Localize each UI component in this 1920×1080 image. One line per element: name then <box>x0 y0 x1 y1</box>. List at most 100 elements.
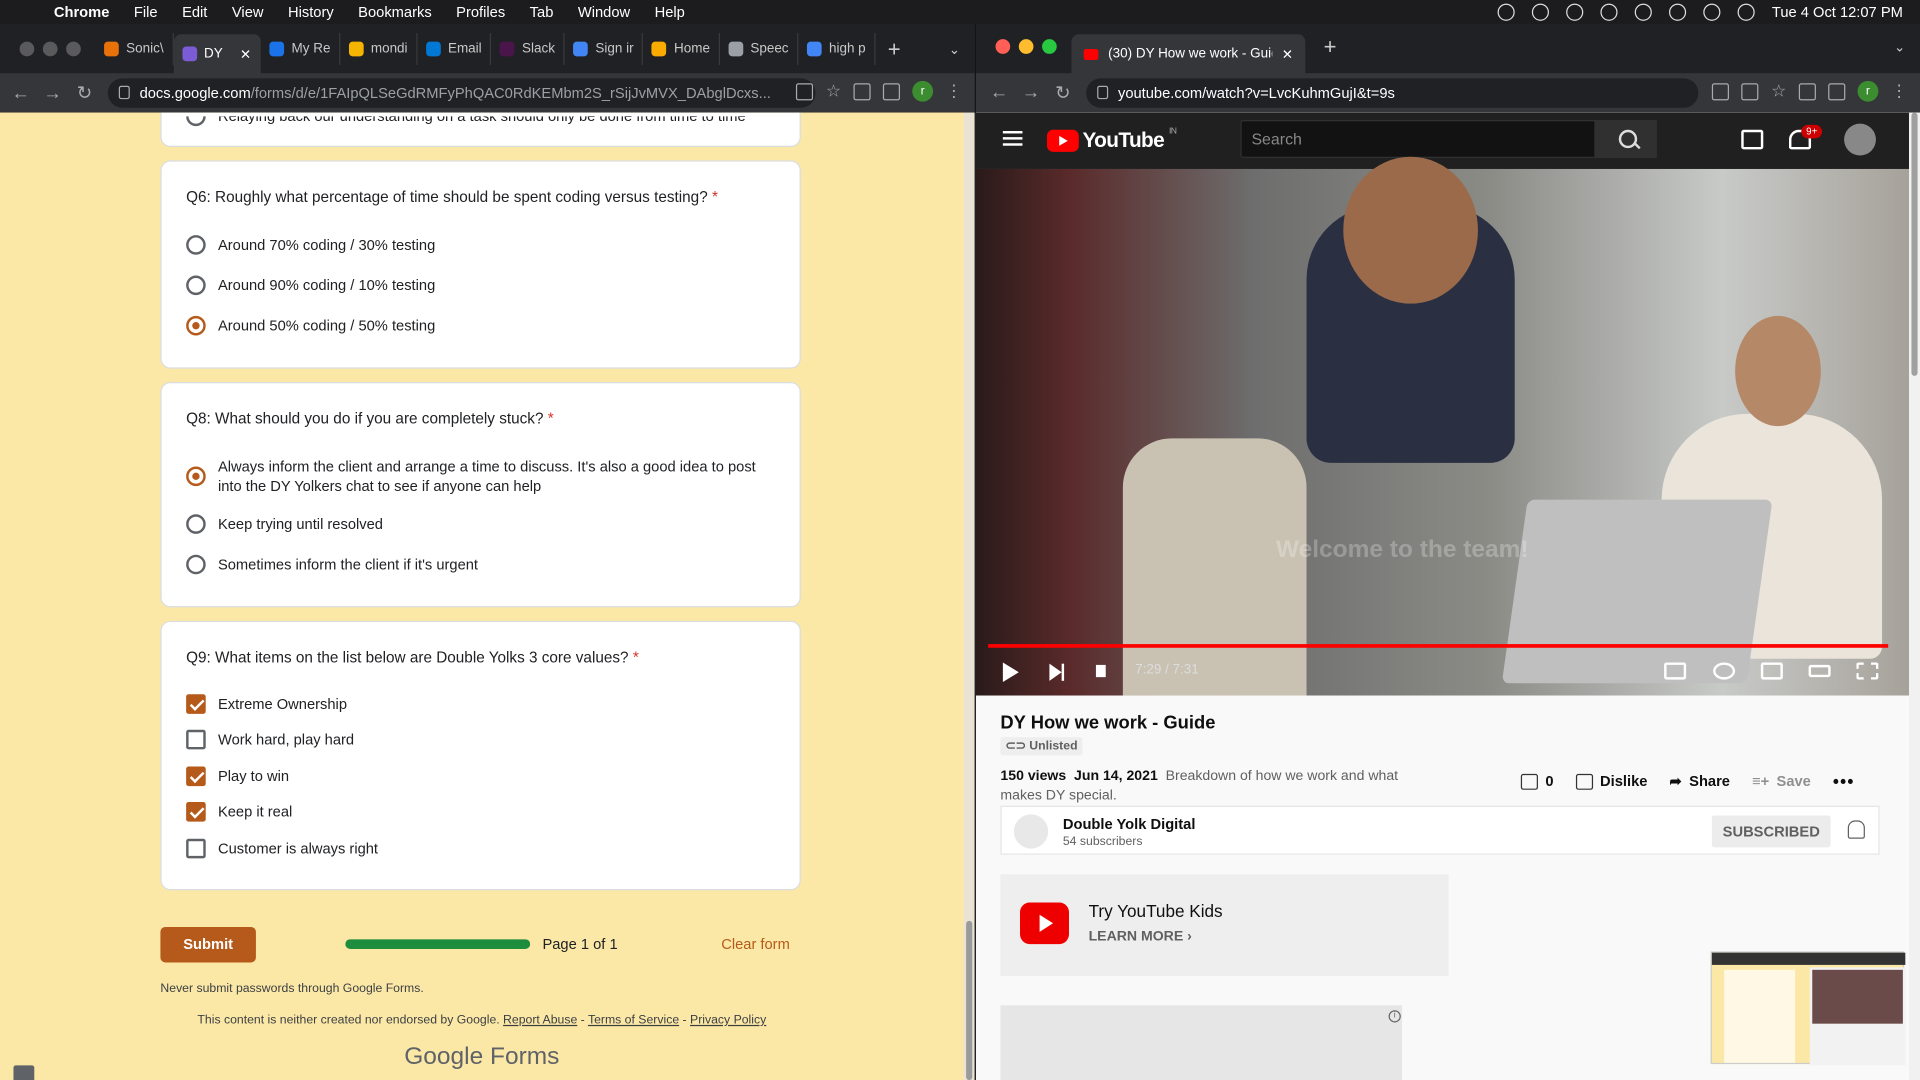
zoom-window-button[interactable] <box>1042 39 1057 54</box>
q8-option-3[interactable]: Sometimes inform the client if it's urge… <box>186 554 762 575</box>
close-window-button[interactable] <box>995 39 1011 54</box>
tab-monday[interactable]: mondi <box>340 33 418 65</box>
share-icon[interactable] <box>1741 82 1759 100</box>
reading-list-icon[interactable] <box>853 82 871 100</box>
notification-bell-off-icon[interactable] <box>1847 820 1865 839</box>
learn-more-button[interactable]: LEARN MORE › <box>1089 929 1192 944</box>
klack-icon[interactable] <box>1497 3 1515 21</box>
video-meta[interactable]: 150 views Jun 14, 2021 Breakdown of how … <box>1000 767 1416 806</box>
address-bar[interactable]: youtube.com/watch?v=LvcKuhmGujI&t=9s <box>1086 78 1699 108</box>
app-status-icon[interactable] <box>1566 3 1584 21</box>
q6-option-3[interactable]: Around 50% coding / 50% testing <box>186 315 762 336</box>
captions-icon[interactable] <box>1664 662 1687 680</box>
menu-bookmarks[interactable]: Bookmarks <box>358 4 432 21</box>
tab-speed[interactable]: Speec <box>720 33 799 65</box>
reading-list-icon[interactable] <box>1798 82 1816 100</box>
forward-icon[interactable]: → <box>37 83 69 104</box>
menu-view[interactable]: View <box>232 4 264 21</box>
profile-avatar[interactable]: r <box>912 80 934 102</box>
control-center-icon[interactable] <box>1737 3 1755 21</box>
miniplayer-icon[interactable] <box>1760 662 1783 680</box>
q6-option-1[interactable]: Around 70% coding / 30% testing <box>186 235 762 255</box>
submit-button[interactable]: Submit <box>160 926 256 963</box>
share-icon[interactable] <box>796 82 814 100</box>
forward-icon[interactable]: → <box>1015 82 1047 103</box>
tab-search-chevron-icon[interactable]: ⌄ <box>949 41 960 57</box>
close-tab-icon[interactable]: ✕ <box>240 46 251 62</box>
apple-icon[interactable] <box>22 4 39 21</box>
back-icon[interactable]: ← <box>983 82 1015 103</box>
checkbox-checked[interactable] <box>186 802 206 822</box>
play-icon[interactable] <box>1002 662 1019 683</box>
tab-my-re[interactable]: My Re <box>261 33 341 65</box>
subscribed-button[interactable]: SUBSCRIBED <box>1711 815 1831 848</box>
hamburger-menu-icon[interactable] <box>1002 131 1023 146</box>
close-window-button[interactable] <box>19 41 35 57</box>
fullscreen-icon[interactable] <box>1856 662 1879 680</box>
menu-history[interactable]: History <box>288 4 334 21</box>
radio-button-selected[interactable] <box>186 466 206 487</box>
bookmark-star-icon[interactable]: ☆ <box>826 81 841 102</box>
address-bar[interactable]: docs.google.com/forms/d/e/1FAIpQLSeGdRMF… <box>107 78 816 108</box>
terms-link[interactable]: Terms of Service <box>588 1014 679 1027</box>
tab-dy-form[interactable]: DY ✕ <box>173 34 261 74</box>
channel-avatar[interactable] <box>1013 814 1049 849</box>
q6-option-2[interactable]: Around 90% coding / 10% testing <box>186 275 762 296</box>
checkbox[interactable] <box>186 838 206 859</box>
youtube-scrollbar[interactable] <box>1908 112 1920 1080</box>
ad-info-icon[interactable]: i <box>1388 1010 1401 1023</box>
search-input[interactable]: Search <box>1240 120 1596 158</box>
save-button[interactable]: ≡+ Save <box>1752 773 1811 790</box>
radio-button[interactable] <box>186 116 206 127</box>
scrollbar-thumb[interactable] <box>1911 112 1918 376</box>
tab-youtube[interactable]: (30) DY How we work - Guide ✕ <box>1071 34 1306 74</box>
checkbox-checked[interactable] <box>186 694 206 714</box>
user-avatar[interactable] <box>1844 123 1876 156</box>
tab-sonic[interactable]: Sonic\ <box>96 33 174 65</box>
play-status-icon[interactable] <box>1634 3 1652 21</box>
close-tab-icon[interactable]: ✕ <box>1282 46 1293 62</box>
q9-option-2[interactable]: Work hard, play hard <box>186 729 762 750</box>
menu-profiles[interactable]: Profiles <box>456 4 505 21</box>
install-icon[interactable] <box>1712 82 1730 100</box>
checkbox-checked[interactable] <box>186 766 206 787</box>
new-tab-button[interactable]: + <box>1324 34 1337 60</box>
create-video-icon[interactable] <box>1741 129 1764 150</box>
q9-option-4[interactable]: Keep it real <box>186 802 762 822</box>
search-button[interactable] <box>1595 120 1657 158</box>
side-panel-icon[interactable] <box>1828 82 1846 100</box>
video-player[interactable]: Welcome to the team! 7:29 / 7:31 <box>975 156 1909 696</box>
google-forms-logo[interactable]: Google Forms <box>0 1043 964 1071</box>
video-progress-bar[interactable] <box>988 644 1889 648</box>
radio-button[interactable] <box>186 275 206 296</box>
tab-home[interactable]: Home <box>643 33 720 65</box>
sync-icon[interactable] <box>1531 3 1550 21</box>
q8-option-1[interactable]: Always inform the client and arrange a t… <box>186 457 762 496</box>
like-button[interactable]: 0 <box>1520 773 1554 790</box>
chrome-menu-icon[interactable]: ⋮ <box>1891 81 1908 102</box>
menu-help[interactable]: Help <box>655 4 685 21</box>
tab-email[interactable]: Email <box>417 33 492 65</box>
form-scrollbar[interactable] <box>963 112 975 1080</box>
reload-icon[interactable]: ↻ <box>1047 82 1079 104</box>
radio-button[interactable] <box>186 514 206 534</box>
menu-edit[interactable]: Edit <box>182 4 207 21</box>
clear-form-button[interactable]: Clear form <box>721 936 790 953</box>
q9-option-5[interactable]: Customer is always right <box>186 838 762 859</box>
q9-option-3[interactable]: Play to win <box>186 766 762 787</box>
radio-button[interactable] <box>186 235 206 255</box>
profile-avatar[interactable]: r <box>1857 80 1879 102</box>
volume-icon[interactable] <box>1669 3 1687 21</box>
feedback-icon[interactable] <box>13 1065 35 1080</box>
tab-search-chevron-icon[interactable]: ⌄ <box>1894 39 1905 55</box>
minimize-window-button[interactable] <box>42 41 58 57</box>
tab-sign-in[interactable]: Sign ir <box>565 33 644 65</box>
back-icon[interactable]: ← <box>5 83 37 104</box>
minimize-window-button[interactable] <box>1018 39 1034 54</box>
zoom-window-button[interactable] <box>66 41 81 57</box>
tab-slack[interactable]: Slack <box>491 33 565 65</box>
q9-option-1[interactable]: Extreme Ownership <box>186 694 762 714</box>
menu-window[interactable]: Window <box>578 4 630 21</box>
menu-tab[interactable]: Tab <box>530 4 554 21</box>
bookmark-star-icon[interactable]: ☆ <box>1771 81 1786 102</box>
